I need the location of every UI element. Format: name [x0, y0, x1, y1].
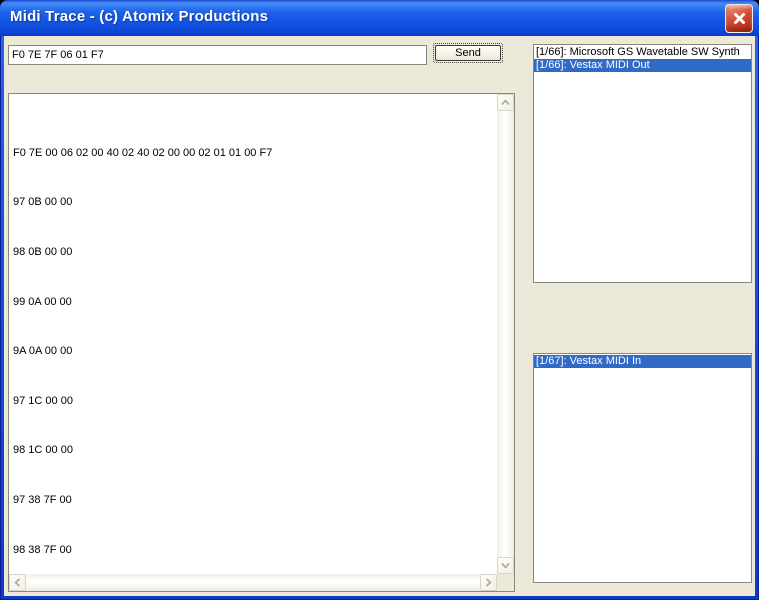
- trace-line: 97 1C 00 00: [13, 394, 73, 407]
- send-button[interactable]: Send: [435, 45, 501, 61]
- horizontal-scrollbar[interactable]: [9, 574, 497, 591]
- scrollbar-corner: [497, 574, 514, 591]
- trace-line: 98 38 7F 00: [13, 543, 72, 556]
- titlebar: Midi Trace - (c) Atomix Productions: [0, 0, 759, 36]
- window-title: Midi Trace - (c) Atomix Productions: [10, 8, 269, 25]
- trace-line: 97 38 7F 00: [13, 494, 72, 506]
- chevron-left-icon: [14, 578, 20, 587]
- midi-out-device-list[interactable]: [1/66]: Microsoft GS Wavetable SW Synth …: [533, 44, 752, 283]
- chevron-up-icon: [501, 99, 510, 105]
- scroll-left-button[interactable]: [9, 574, 26, 591]
- sysex-message-input[interactable]: [8, 45, 427, 65]
- midi-in-device-list[interactable]: [1/67]: Vestax MIDI In: [533, 353, 752, 583]
- trace-line: 98 1C 00 00: [13, 444, 73, 457]
- scroll-right-button[interactable]: [480, 574, 497, 591]
- send-button-focus-ring: Send: [433, 43, 503, 63]
- trace-line: F0 7E 00 06 02 00 40 02 40 02 00 00 02 0…: [13, 146, 273, 159]
- trace-line: 98 0B 00 00: [13, 245, 73, 258]
- trace-line: 9A 0A 00 00: [13, 345, 73, 358]
- close-icon: [733, 13, 745, 24]
- trace-lines: F0 7E 00 06 02 00 40 02 40 02 00 00 02 0…: [9, 94, 497, 574]
- scroll-up-button[interactable]: [497, 94, 514, 111]
- midi-out-device-item[interactable]: [1/66]: Vestax MIDI Out: [534, 59, 751, 72]
- midi-trace-log[interactable]: F0 7E 00 06 02 00 40 02 40 02 00 00 02 0…: [8, 93, 515, 592]
- vertical-scrollbar[interactable]: [497, 94, 514, 574]
- midi-in-device-item[interactable]: [1/67]: Vestax MIDI In: [534, 355, 751, 368]
- client-area: Send F0 7E 00 06 02 00 40 02 40 02 00 00…: [4, 36, 755, 596]
- chevron-right-icon: [486, 578, 492, 587]
- midi-out-device-item[interactable]: [1/66]: Microsoft GS Wavetable SW Synth: [534, 46, 751, 59]
- close-button[interactable]: [725, 4, 753, 33]
- chevron-down-icon: [501, 563, 510, 569]
- scroll-down-button[interactable]: [497, 557, 514, 574]
- trace-line: 99 0A 00 00: [13, 295, 72, 308]
- window-frame: Midi Trace - (c) Atomix Productions Send…: [0, 0, 759, 600]
- trace-line: 97 0B 00 00: [13, 196, 73, 209]
